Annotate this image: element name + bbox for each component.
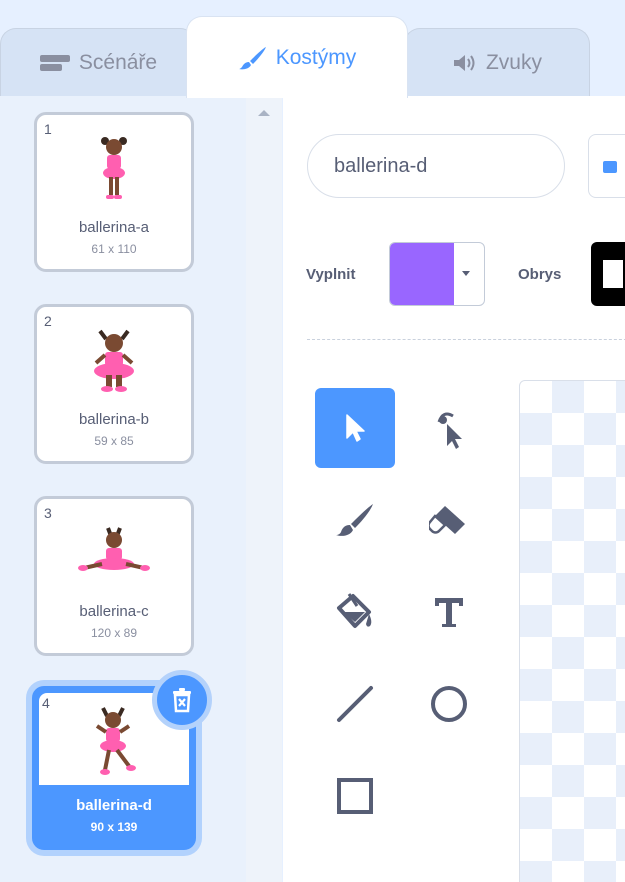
line-icon <box>337 686 373 722</box>
tab-code[interactable]: Scénáře <box>0 28 196 96</box>
scroll-up-arrow-icon[interactable] <box>258 110 270 116</box>
fill-label: Vyplnit <box>306 266 356 283</box>
select-tool[interactable] <box>315 388 395 468</box>
ballerina-a-image <box>101 137 127 199</box>
fill-color-picker[interactable] <box>389 242 485 306</box>
tab-costumes[interactable]: Kostýmy <box>186 16 408 98</box>
paint-bucket-icon <box>337 593 372 628</box>
tab-costumes-label: Kostýmy <box>275 45 357 69</box>
costume-item[interactable]: 3 ballerina-c 120 x 89 <box>34 496 194 656</box>
editor-tabs: Scénáře Kostýmy Zvuky <box>0 0 625 98</box>
reshape-icon <box>437 412 462 449</box>
fill-color-swatch <box>390 243 454 305</box>
costume-size: 61 x 110 <box>91 242 137 256</box>
trash-icon <box>173 688 191 713</box>
costume-size: 90 x 139 <box>90 820 138 834</box>
costume-thumbnail <box>37 123 191 213</box>
brush-icon <box>238 46 266 69</box>
reshape-tool[interactable] <box>409 388 489 468</box>
costume-thumbnail <box>37 315 191 405</box>
costume-size: 120 x 89 <box>90 626 138 640</box>
text-tool[interactable] <box>409 572 489 652</box>
costume-name: ballerina-b <box>78 411 150 428</box>
ballerina-b-image <box>94 329 134 392</box>
paint-editor: Vyplnit Obrys <box>283 96 625 882</box>
stroke-label: Obrys <box>518 266 562 283</box>
ballerina-d-image <box>95 707 136 775</box>
costume-name: ballerina-c <box>79 603 149 620</box>
code-icon <box>39 54 70 71</box>
tab-sounds[interactable]: Zvuky <box>404 28 590 96</box>
brush-tool[interactable] <box>315 480 395 560</box>
tab-sounds-label: Zvuky <box>485 50 542 74</box>
fill-tool[interactable] <box>315 572 395 652</box>
group-icon <box>603 161 617 173</box>
drawing-canvas[interactable] <box>519 380 625 882</box>
group-button[interactable] <box>588 134 625 198</box>
speaker-icon <box>453 54 475 71</box>
toolbar-divider <box>307 339 625 340</box>
stroke-color-picker[interactable] <box>591 242 625 306</box>
dropdown-arrow-icon <box>462 271 470 276</box>
costume-name: ballerina-d <box>76 797 152 814</box>
eraser-tool[interactable] <box>409 480 489 560</box>
costume-name-input[interactable] <box>307 134 565 198</box>
brush-icon <box>336 504 373 536</box>
ballerina-c-image <box>78 527 150 571</box>
costume-item[interactable]: 2 ballerina-b 59 x 85 <box>34 304 194 464</box>
rectangle-tool[interactable] <box>315 756 395 836</box>
rectangle-icon <box>337 778 373 814</box>
costume-list-scrollbar[interactable] <box>246 96 282 882</box>
circle-icon <box>431 686 467 722</box>
costume-name: ballerina-a <box>78 219 150 236</box>
text-icon <box>435 598 463 627</box>
arrow-pointer-icon <box>346 414 365 442</box>
delete-costume-button[interactable] <box>152 670 212 730</box>
stroke-swatch-inner <box>603 260 623 288</box>
circle-tool[interactable] <box>409 664 489 744</box>
tab-code-label: Scénáře <box>78 50 158 74</box>
eraser-icon <box>429 506 465 534</box>
line-tool[interactable] <box>315 664 395 744</box>
costume-size: 59 x 85 <box>94 434 134 448</box>
costume-thumbnail <box>37 507 191 597</box>
costume-item[interactable]: 1 ballerina-a 61 x 110 <box>34 112 194 272</box>
